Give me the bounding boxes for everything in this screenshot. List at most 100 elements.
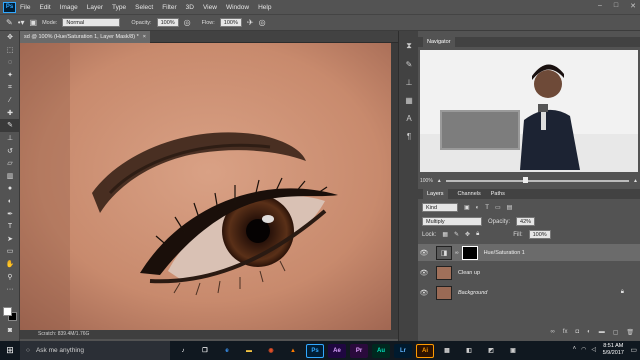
delete-layer-icon[interactable]: 🗑︎ (626, 329, 634, 339)
marquee-tool-icon[interactable]: ⬚ (0, 44, 20, 57)
navigator-tab[interactable]: Navigator (423, 37, 455, 47)
adjustment-filter-icon[interactable]: ◐ (476, 205, 480, 211)
menu-file[interactable]: File (20, 4, 30, 11)
dodge-tool-icon[interactable]: ◐ (0, 195, 20, 208)
gradient-icon[interactable]: ▥ (0, 170, 20, 183)
menu-image[interactable]: Image (60, 4, 78, 11)
navigator-preview[interactable] (420, 50, 638, 172)
menu-3d[interactable]: 3D (186, 4, 194, 11)
layer-mask-thumb[interactable] (461, 245, 478, 260)
pixel-filter-icon[interactable]: ▣ (464, 204, 470, 211)
fill-field[interactable]: 100% (528, 230, 551, 239)
shape-tool-icon[interactable]: ▭ (0, 245, 20, 258)
audition-icon[interactable]: Au (372, 343, 390, 358)
quick-mask-icon[interactable]: ◙ (0, 324, 20, 337)
illustrator-icon[interactable]: Ai (416, 343, 434, 358)
close-icon[interactable]: ✕ (630, 2, 636, 10)
windows-start-icon[interactable]: ⊞ (0, 341, 20, 360)
history-brush-icon[interactable]: ↺ (0, 144, 20, 157)
history-panel-icon[interactable]: ⧗ (399, 37, 419, 55)
app-icon[interactable]: ▣ (504, 344, 522, 358)
close-tab-icon[interactable]: × (143, 31, 146, 43)
mode-select[interactable]: Normal (62, 18, 121, 27)
brush-settings-icon[interactable]: ✎ (399, 55, 419, 73)
chain-link-icon[interactable]: ∞ (455, 250, 459, 256)
layer-name[interactable]: Background (458, 290, 487, 296)
brush-preset-icon[interactable]: •▾ (18, 18, 25, 27)
eraser-icon[interactable]: ▱ (0, 157, 20, 170)
wifi-icon[interactable]: ◠ (581, 346, 586, 353)
visibility-eye-icon[interactable]: 👁︎ (418, 269, 430, 277)
new-adjustment-icon[interactable]: ◐ (587, 329, 591, 339)
new-layer-icon[interactable]: ▢ (613, 329, 619, 339)
clone-source-icon[interactable]: ⊥ (399, 73, 419, 91)
smart-filter-icon[interactable]: ▤ (507, 204, 513, 211)
brush-tool-icon[interactable]: ✎ (6, 18, 13, 27)
clone-stamp-icon[interactable]: ⊥ (0, 132, 20, 145)
blend-mode-select[interactable]: Multiply (422, 217, 482, 226)
zoom-out-icon[interactable]: ▲ (437, 178, 442, 184)
tab-paths[interactable]: Paths (491, 189, 505, 199)
tab-layers[interactable]: Layers (423, 189, 448, 199)
flow-field[interactable]: 100% (219, 18, 242, 27)
mic-icon[interactable]: ♪ (174, 344, 192, 358)
zoom-slider-handle[interactable] (522, 177, 528, 183)
quick-select-icon[interactable]: ✦ (0, 69, 20, 82)
menu-help[interactable]: Help (258, 4, 271, 11)
new-group-icon[interactable]: ▬ (599, 329, 605, 339)
app-icon[interactable]: ◩ (482, 344, 500, 358)
move-tool-icon[interactable]: ✥ (0, 31, 20, 44)
chrome-icon[interactable]: ◉ (262, 344, 280, 358)
shape-filter-icon[interactable]: ▭ (495, 204, 501, 211)
eyedropper-icon[interactable]: ⁄ (0, 94, 20, 107)
task-view-icon[interactable]: ❐ (196, 344, 214, 358)
swatches-icon[interactable]: ▦ (399, 91, 419, 109)
visibility-eye-icon[interactable]: 👁︎ (418, 249, 430, 257)
layer-row[interactable]: 👁︎ Clean up (418, 264, 640, 281)
notifications-icon[interactable]: ▭ (630, 346, 637, 354)
navigator-zoom-value[interactable]: 100% (420, 178, 433, 184)
fx-icon[interactable]: fx (563, 329, 568, 339)
lock-pixels-icon[interactable]: ✎ (454, 231, 459, 238)
after-effects-icon[interactable]: Ae (328, 343, 346, 358)
menu-layer[interactable]: Layer (87, 4, 103, 11)
layer-name[interactable]: Clean up (458, 270, 480, 276)
vlc-icon[interactable]: ▲ (284, 344, 302, 358)
taskbar-clock[interactable]: 8:51 AM 5/9/2017 (603, 343, 624, 357)
zoom-in-icon[interactable]: ▲ (633, 178, 638, 184)
menu-window[interactable]: Window (226, 4, 249, 11)
volume-icon[interactable]: ◁ (591, 346, 596, 353)
lock-transparent-icon[interactable]: ▦ (442, 231, 448, 238)
lock-position-icon[interactable]: ✥ (465, 231, 470, 238)
brush-panel-icon[interactable]: ▣ (30, 18, 38, 27)
canvas-vertical-scrollbar[interactable] (391, 43, 398, 330)
menu-view[interactable]: View (203, 4, 217, 11)
character-panel-icon[interactable]: A (399, 109, 419, 127)
app-icon[interactable]: ▦ (438, 344, 456, 358)
file-explorer-icon[interactable]: ▬ (240, 344, 258, 358)
pen-tool-icon[interactable]: ✒ (0, 207, 20, 220)
menu-type[interactable]: Type (112, 4, 126, 11)
type-filter-icon[interactable]: T (485, 205, 489, 211)
taskbar-search[interactable]: ○ Ask me anything (20, 341, 170, 360)
add-mask-icon[interactable]: ◘ (575, 329, 579, 339)
paragraph-panel-icon[interactable]: ¶ (399, 127, 419, 145)
visibility-eye-icon[interactable]: 👁︎ (418, 289, 430, 297)
lasso-tool-icon[interactable]: ◌ (0, 56, 20, 69)
kind-filter-select[interactable]: Kind (422, 203, 458, 212)
tray-arrow-icon[interactable]: ˄ (573, 346, 577, 353)
maximize-icon[interactable]: □ (614, 2, 618, 10)
path-select-icon[interactable]: ➤ (0, 233, 20, 246)
layer-row-selected[interactable]: 👁︎ ◨ ∞ Hue/Saturation 1 (418, 244, 640, 261)
lightroom-icon[interactable]: Lr (394, 343, 412, 358)
canvas[interactable] (20, 43, 398, 330)
app-icon[interactable]: ◧ (460, 344, 478, 358)
airbrush-icon[interactable]: ✈ (247, 18, 254, 27)
crop-tool-icon[interactable]: ⌗ (0, 81, 20, 94)
lock-all-icon[interactable]: 🔒︎ (476, 231, 479, 238)
photoshop-taskbar-icon[interactable]: Ps (306, 343, 324, 358)
opacity-field[interactable]: 100% (156, 18, 179, 27)
edge-icon[interactable]: e (218, 344, 236, 358)
brush-tool-icon-active[interactable]: ✎ (0, 119, 20, 132)
type-tool-icon[interactable]: T (0, 220, 20, 233)
